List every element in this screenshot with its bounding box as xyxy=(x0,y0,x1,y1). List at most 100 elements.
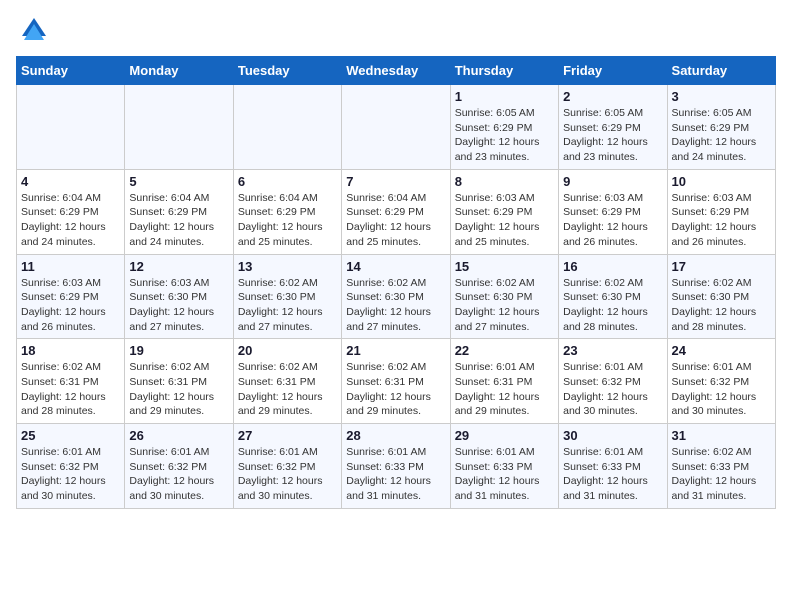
calendar-table: SundayMondayTuesdayWednesdayThursdayFrid… xyxy=(16,56,776,509)
calendar-day-cell: 14 Sunrise: 6:02 AM Sunset: 6:30 PM Dayli… xyxy=(342,254,450,339)
day-info: Sunrise: 6:02 AM Sunset: 6:31 PM Dayligh… xyxy=(238,360,337,419)
day-number: 18 xyxy=(21,343,120,358)
day-number: 7 xyxy=(346,174,445,189)
day-info: Sunrise: 6:03 AM Sunset: 6:29 PM Dayligh… xyxy=(455,191,554,250)
day-number: 1 xyxy=(455,89,554,104)
calendar-day-cell: 17Sunrise: 6:02 AM Sunset: 6:30 PM Dayli… xyxy=(667,254,775,339)
day-info: Sunrise: 6:04 AM Sunset: 6:29 PM Dayligh… xyxy=(21,191,120,250)
day-number: 19 xyxy=(129,343,228,358)
day-of-week-header: Thursday xyxy=(450,57,558,85)
day-info: Sunrise: 6:03 AM Sunset: 6:30 PM Dayligh… xyxy=(129,276,228,335)
calendar-day-cell: 10 Sunrise: 6:03 AM Sunset: 6:29 PM Dayli… xyxy=(667,169,775,254)
calendar-day-cell: 8 Sunrise: 6:03 AM Sunset: 6:29 PM Daylig… xyxy=(450,169,558,254)
calendar-week-row: 11 Sunrise: 6:03 AM Sunset: 6:29 PM Dayli… xyxy=(17,254,776,339)
day-info: Sunrise: 6:01 AM Sunset: 6:32 PM Dayligh… xyxy=(563,360,662,419)
day-number: 4 xyxy=(21,174,120,189)
calendar-day-cell: 18 Sunrise: 6:02 AM Sunset: 6:31 PM Dayli… xyxy=(17,339,125,424)
calendar-day-cell xyxy=(125,85,233,170)
day-number: 29 xyxy=(455,428,554,443)
day-of-week-header: Saturday xyxy=(667,57,775,85)
day-number: 12 xyxy=(129,259,228,274)
day-info: Sunrise: 6:02 AM Sunset: 6:31 PM Dayligh… xyxy=(346,360,445,419)
day-number: 2 xyxy=(563,89,662,104)
day-number: 14 xyxy=(346,259,445,274)
calendar-day-cell: 28 Sunrise: 6:01 AM Sunset: 6:33 PM Dayli… xyxy=(342,424,450,509)
day-number: 31 xyxy=(672,428,771,443)
calendar-day-cell: 6 Sunrise: 6:04 AM Sunset: 6:29 PM Daylig… xyxy=(233,169,341,254)
day-info: Sunrise: 6:01 AM Sunset: 6:32 PM Dayligh… xyxy=(21,445,120,504)
calendar-week-row: 4 Sunrise: 6:04 AM Sunset: 6:29 PM Daylig… xyxy=(17,169,776,254)
calendar-day-cell: 30Sunrise: 6:01 AM Sunset: 6:33 PM Dayli… xyxy=(559,424,667,509)
calendar-day-cell: 12 Sunrise: 6:03 AM Sunset: 6:30 PM Dayli… xyxy=(125,254,233,339)
calendar-day-cell: 24Sunrise: 6:01 AM Sunset: 6:32 PM Dayli… xyxy=(667,339,775,424)
day-info: Sunrise: 6:02 AM Sunset: 6:31 PM Dayligh… xyxy=(21,360,120,419)
calendar-day-cell: 4 Sunrise: 6:04 AM Sunset: 6:29 PM Daylig… xyxy=(17,169,125,254)
day-number: 15 xyxy=(455,259,554,274)
calendar-day-cell: 7 Sunrise: 6:04 AM Sunset: 6:29 PM Daylig… xyxy=(342,169,450,254)
day-number: 8 xyxy=(455,174,554,189)
calendar-day-cell: 13 Sunrise: 6:02 AM Sunset: 6:30 PM Dayli… xyxy=(233,254,341,339)
calendar-day-cell: 15 Sunrise: 6:02 AM Sunset: 6:30 PM Dayli… xyxy=(450,254,558,339)
day-info: Sunrise: 6:05 AM Sunset: 6:29 PM Dayligh… xyxy=(563,106,662,165)
calendar-week-row: 18 Sunrise: 6:02 AM Sunset: 6:31 PM Dayli… xyxy=(17,339,776,424)
calendar-day-cell: 22Sunrise: 6:01 AM Sunset: 6:31 PM Dayli… xyxy=(450,339,558,424)
day-number: 5 xyxy=(129,174,228,189)
day-info: Sunrise: 6:04 AM Sunset: 6:29 PM Dayligh… xyxy=(238,191,337,250)
day-info: Sunrise: 6:04 AM Sunset: 6:29 PM Dayligh… xyxy=(129,191,228,250)
calendar-day-cell: 25 Sunrise: 6:01 AM Sunset: 6:32 PM Dayli… xyxy=(17,424,125,509)
day-number: 22 xyxy=(455,343,554,358)
calendar-day-cell: 31 Sunrise: 6:02 AM Sunset: 6:33 PM Dayli… xyxy=(667,424,775,509)
calendar-day-cell: 2 Sunrise: 6:05 AM Sunset: 6:29 PM Daylig… xyxy=(559,85,667,170)
day-info: Sunrise: 6:01 AM Sunset: 6:33 PM Dayligh… xyxy=(346,445,445,504)
day-number: 11 xyxy=(21,259,120,274)
day-of-week-header: Sunday xyxy=(17,57,125,85)
day-number: 21 xyxy=(346,343,445,358)
day-info: Sunrise: 6:02 AM Sunset: 6:31 PM Dayligh… xyxy=(129,360,228,419)
day-number: 3 xyxy=(672,89,771,104)
day-number: 10 xyxy=(672,174,771,189)
day-info: Sunrise: 6:01 AM Sunset: 6:33 PM Dayligh… xyxy=(563,445,662,504)
day-info: Sunrise: 6:03 AM Sunset: 6:29 PM Dayligh… xyxy=(21,276,120,335)
calendar-day-cell: 11 Sunrise: 6:03 AM Sunset: 6:29 PM Dayli… xyxy=(17,254,125,339)
calendar-week-row: 25 Sunrise: 6:01 AM Sunset: 6:32 PM Dayli… xyxy=(17,424,776,509)
day-number: 24 xyxy=(672,343,771,358)
day-info: Sunrise: 6:04 AM Sunset: 6:29 PM Dayligh… xyxy=(346,191,445,250)
logo-icon xyxy=(20,16,48,44)
day-number: 23 xyxy=(563,343,662,358)
day-info: Sunrise: 6:02 AM Sunset: 6:30 PM Dayligh… xyxy=(346,276,445,335)
day-info: Sunrise: 6:01 AM Sunset: 6:32 PM Dayligh… xyxy=(238,445,337,504)
calendar-day-cell xyxy=(17,85,125,170)
day-info: Sunrise: 6:01 AM Sunset: 6:33 PM Dayligh… xyxy=(455,445,554,504)
day-info: Sunrise: 6:02 AM Sunset: 6:30 PM Dayligh… xyxy=(563,276,662,335)
calendar-day-cell: 26 Sunrise: 6:01 AM Sunset: 6:32 PM Dayli… xyxy=(125,424,233,509)
day-info: Sunrise: 6:05 AM Sunset: 6:29 PM Dayligh… xyxy=(672,106,771,165)
calendar-header-row: SundayMondayTuesdayWednesdayThursdayFrid… xyxy=(17,57,776,85)
calendar-day-cell: 9Sunrise: 6:03 AM Sunset: 6:29 PM Daylig… xyxy=(559,169,667,254)
day-number: 26 xyxy=(129,428,228,443)
calendar-day-cell: 21 Sunrise: 6:02 AM Sunset: 6:31 PM Dayli… xyxy=(342,339,450,424)
calendar-week-row: 1 Sunrise: 6:05 AM Sunset: 6:29 PM Daylig… xyxy=(17,85,776,170)
day-number: 25 xyxy=(21,428,120,443)
day-of-week-header: Monday xyxy=(125,57,233,85)
day-number: 6 xyxy=(238,174,337,189)
calendar-day-cell: 19 Sunrise: 6:02 AM Sunset: 6:31 PM Dayli… xyxy=(125,339,233,424)
day-number: 9 xyxy=(563,174,662,189)
calendar-day-cell: 5 Sunrise: 6:04 AM Sunset: 6:29 PM Daylig… xyxy=(125,169,233,254)
day-of-week-header: Wednesday xyxy=(342,57,450,85)
calendar-day-cell: 3 Sunrise: 6:05 AM Sunset: 6:29 PM Daylig… xyxy=(667,85,775,170)
day-info: Sunrise: 6:03 AM Sunset: 6:29 PM Dayligh… xyxy=(672,191,771,250)
day-number: 28 xyxy=(346,428,445,443)
calendar-day-cell xyxy=(342,85,450,170)
day-number: 20 xyxy=(238,343,337,358)
calendar-day-cell xyxy=(233,85,341,170)
calendar-day-cell: 29 Sunrise: 6:01 AM Sunset: 6:33 PM Dayli… xyxy=(450,424,558,509)
day-number: 16 xyxy=(563,259,662,274)
day-info: Sunrise: 6:02 AM Sunset: 6:33 PM Dayligh… xyxy=(672,445,771,504)
day-number: 13 xyxy=(238,259,337,274)
day-info: Sunrise: 6:02 AM Sunset: 6:30 PM Dayligh… xyxy=(238,276,337,335)
calendar-day-cell: 23 Sunrise: 6:01 AM Sunset: 6:32 PM Dayli… xyxy=(559,339,667,424)
day-info: Sunrise: 6:02 AM Sunset: 6:30 PM Dayligh… xyxy=(455,276,554,335)
day-number: 17 xyxy=(672,259,771,274)
day-info: Sunrise: 6:01 AM Sunset: 6:32 PM Dayligh… xyxy=(129,445,228,504)
day-of-week-header: Friday xyxy=(559,57,667,85)
